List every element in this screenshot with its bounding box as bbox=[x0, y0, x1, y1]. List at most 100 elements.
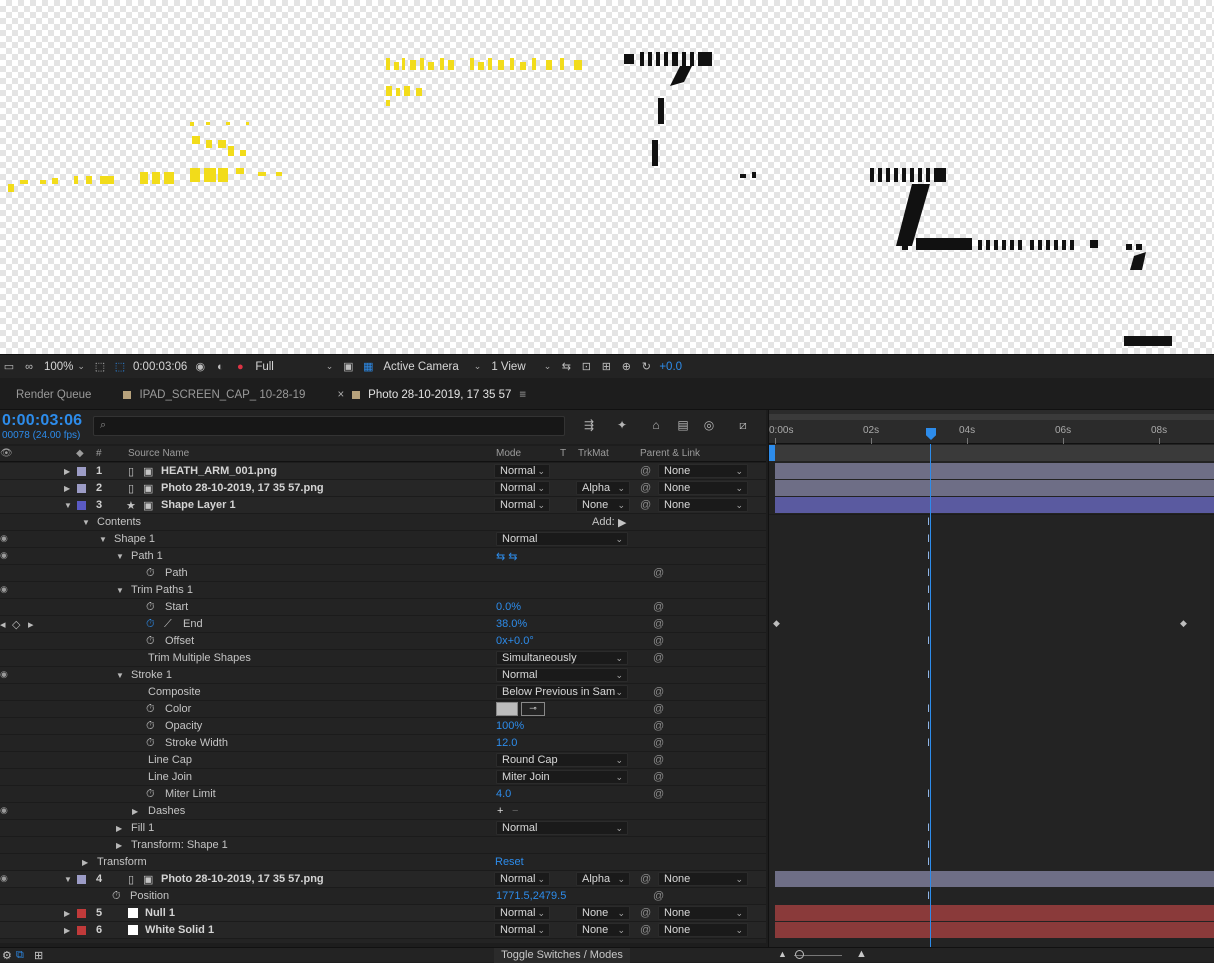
layer-name[interactable]: HEATH_ARM_001.png bbox=[161, 465, 277, 477]
property-row[interactable]: ◉ ▼ Path 1 ⇆ ⇆ bbox=[0, 548, 766, 565]
stopwatch-icon[interactable]: ⏱ bbox=[146, 737, 155, 750]
layer-bar[interactable] bbox=[775, 905, 1214, 921]
trkmat-dropdown[interactable]: None ⌄ bbox=[576, 923, 630, 937]
pickwhip-icon[interactable]: @ bbox=[653, 652, 664, 664]
property-row[interactable]: ⏱ Path @ bbox=[0, 565, 766, 582]
eyedropper-icon[interactable]: ⊸ bbox=[521, 702, 545, 716]
pickwhip-icon[interactable]: @ bbox=[640, 907, 651, 919]
layer-row[interactable]: ▼ 3 ★ ▣ Shape Layer 1 Normal ⌄ None ⌄ @ No… bbox=[0, 497, 766, 514]
color-channels-icon[interactable]: ● bbox=[233, 361, 247, 373]
collapse-triangle-icon[interactable]: ▼ bbox=[64, 875, 72, 884]
layer-switches-icon[interactable]: ⧉ bbox=[16, 949, 24, 962]
blend-mode-dropdown[interactable]: Normal ⌄ bbox=[496, 668, 628, 682]
property-row[interactable]: Trim Multiple Shapes Simultaneously ⌄ @ bbox=[0, 650, 766, 667]
toggle-pixel-aspect-icon[interactable]: ⇆ bbox=[559, 361, 573, 373]
mode-dropdown[interactable]: Normal ⌄ bbox=[494, 481, 550, 495]
comp-mini-flowchart-icon[interactable]: ⇶ bbox=[580, 418, 598, 434]
line-join-dropdown[interactable]: Miter Join ⌄ bbox=[496, 770, 628, 784]
transparency-grid-icon[interactable]: ▦ bbox=[361, 361, 375, 373]
stopwatch-icon[interactable]: ⏱ bbox=[146, 567, 155, 580]
work-area-bar[interactable] bbox=[769, 445, 1214, 461]
tab-photo-comp[interactable]: × Photo 28-10-2019, 17 35 57 ≡ bbox=[321, 380, 542, 409]
property-row[interactable]: ◉ ▼ Trim Paths 1 bbox=[0, 582, 766, 599]
property-row[interactable]: ◉ ▼ Shape 1 Normal ⌄ bbox=[0, 531, 766, 548]
flowchart-icon[interactable]: ⊕ bbox=[619, 361, 633, 373]
pickwhip-icon[interactable]: @ bbox=[653, 890, 664, 902]
camera-dropdown[interactable]: Active Camera ⌄ bbox=[381, 361, 483, 373]
draft-3d-icon[interactable]: ✦ bbox=[613, 418, 631, 434]
property-row[interactable]: ⏱ Color ⊸ @ bbox=[0, 701, 766, 718]
pickwhip-icon[interactable]: @ bbox=[640, 499, 651, 511]
layer-bar[interactable] bbox=[775, 463, 1214, 479]
layer-row[interactable]: ◉ ▼ 4 ▯ ▣ Photo 28-10-2019, 17 35 57.png… bbox=[0, 871, 766, 888]
mode-dropdown[interactable]: Normal ⌄ bbox=[494, 872, 550, 886]
work-area-start[interactable] bbox=[769, 445, 775, 461]
property-row[interactable]: ⏱ Stroke Width 12.0 @ bbox=[0, 735, 766, 752]
next-keyframe-icon[interactable]: ▸ bbox=[28, 618, 34, 631]
stopwatch-icon[interactable]: ⏱ bbox=[146, 720, 155, 733]
trkmat-dropdown[interactable]: None ⌄ bbox=[576, 906, 630, 920]
parent-dropdown[interactable]: None ⌄ bbox=[658, 923, 748, 937]
expand-triangle-icon[interactable]: ▶ bbox=[64, 467, 70, 476]
trkmat-dropdown[interactable]: Alpha ⌄ bbox=[576, 481, 630, 495]
reset-exposure-icon[interactable]: ↻ bbox=[639, 361, 653, 373]
eye-icon[interactable]: ◉ bbox=[0, 584, 8, 595]
glasses-icon[interactable]: ∞ bbox=[22, 361, 36, 373]
eye-icon[interactable]: ◉ bbox=[0, 873, 8, 884]
blend-mode-dropdown[interactable]: Normal ⌄ bbox=[496, 821, 628, 835]
eye-icon[interactable]: ◉ bbox=[0, 669, 8, 680]
graph-icon[interactable]: ⟋ bbox=[164, 618, 172, 631]
col-source-name[interactable]: Source Name bbox=[128, 448, 189, 459]
keyframe-marker[interactable]: ◆ bbox=[773, 618, 780, 629]
motion-blur-icon[interactable]: ◎ bbox=[700, 418, 718, 434]
in-out-icon[interactable]: ⊞ bbox=[34, 949, 43, 962]
eye-icon[interactable]: ◉ bbox=[0, 533, 8, 544]
property-row[interactable]: ◉ ▼ Stroke 1 Normal ⌄ bbox=[0, 667, 766, 684]
layer-name[interactable]: Null 1 bbox=[145, 907, 175, 919]
property-row[interactable]: ▶ Transform Reset bbox=[0, 854, 766, 871]
expand-triangle-icon[interactable]: ▶ bbox=[116, 841, 122, 850]
remove-dash-icon[interactable]: − bbox=[512, 805, 518, 817]
expand-triangle-icon[interactable]: ▶ bbox=[116, 824, 122, 833]
menu-icon[interactable]: ≡ bbox=[519, 389, 526, 401]
property-value[interactable]: 0.0% bbox=[496, 601, 521, 613]
expand-triangle-icon[interactable]: ▶ bbox=[132, 807, 138, 816]
playhead-line[interactable] bbox=[930, 444, 931, 947]
property-value[interactable]: 1771.5,2479.5 bbox=[496, 890, 566, 902]
composition-viewer[interactable] bbox=[0, 0, 1214, 354]
pickwhip-icon[interactable]: @ bbox=[653, 635, 664, 647]
property-row[interactable]: Line Join Miter Join ⌄ @ bbox=[0, 769, 766, 786]
property-row[interactable]: ▼ Contents Add: ▶ bbox=[0, 514, 766, 531]
camera-snapshot-icon[interactable]: ◉ bbox=[193, 361, 207, 373]
label-color[interactable] bbox=[77, 467, 86, 476]
pickwhip-icon[interactable]: @ bbox=[640, 873, 651, 885]
color-swatch[interactable] bbox=[496, 702, 518, 716]
toggle-switches-modes-button[interactable]: Toggle Switches / Modes bbox=[494, 948, 630, 963]
property-row[interactable]: ▶ Fill 1 Normal ⌄ bbox=[0, 820, 766, 837]
path-direction-icon[interactable]: ⇆ ⇆ bbox=[496, 550, 518, 563]
mode-dropdown[interactable]: Normal ⌄ bbox=[494, 464, 550, 478]
property-row[interactable]: ⏱ Offset 0x+0.0° @ bbox=[0, 633, 766, 650]
stopwatch-icon[interactable]: ⏱ bbox=[146, 601, 155, 614]
prev-keyframe-icon[interactable]: ◂ bbox=[0, 618, 6, 631]
render-time-icon[interactable]: ⚙ bbox=[2, 949, 12, 962]
timeline-icon[interactable]: ⊞ bbox=[599, 361, 613, 373]
property-value[interactable]: 0x+0.0° bbox=[496, 635, 534, 647]
collapse-triangle-icon[interactable]: ▼ bbox=[99, 535, 107, 544]
pickwhip-icon[interactable]: @ bbox=[653, 737, 664, 749]
mode-dropdown[interactable]: Normal ⌄ bbox=[494, 906, 550, 920]
collapse-triangle-icon[interactable]: ▼ bbox=[116, 552, 124, 561]
label-color[interactable] bbox=[77, 484, 86, 493]
view-layout-dropdown[interactable]: 1 View ⌄ bbox=[489, 361, 553, 373]
exposure-value[interactable]: +0.0 bbox=[659, 361, 682, 373]
playhead-handle[interactable] bbox=[926, 428, 936, 440]
parent-dropdown[interactable]: None ⌄ bbox=[658, 872, 748, 886]
pickwhip-icon[interactable]: @ bbox=[653, 703, 664, 715]
pickwhip-icon[interactable]: @ bbox=[653, 788, 664, 800]
fit-frame-icon[interactable]: ⬚ bbox=[93, 361, 107, 373]
property-row[interactable]: ⏱ Miter Limit 4.0 @ bbox=[0, 786, 766, 803]
property-row[interactable]: ⏱ Position 1771.5,2479.5 @ bbox=[0, 888, 766, 905]
pickwhip-icon[interactable]: @ bbox=[653, 771, 664, 783]
property-value[interactable]: 38.0% bbox=[496, 618, 527, 630]
layer-row[interactable]: ▶ 2 ▯ ▣ Photo 28-10-2019, 17 35 57.png N… bbox=[0, 480, 766, 497]
